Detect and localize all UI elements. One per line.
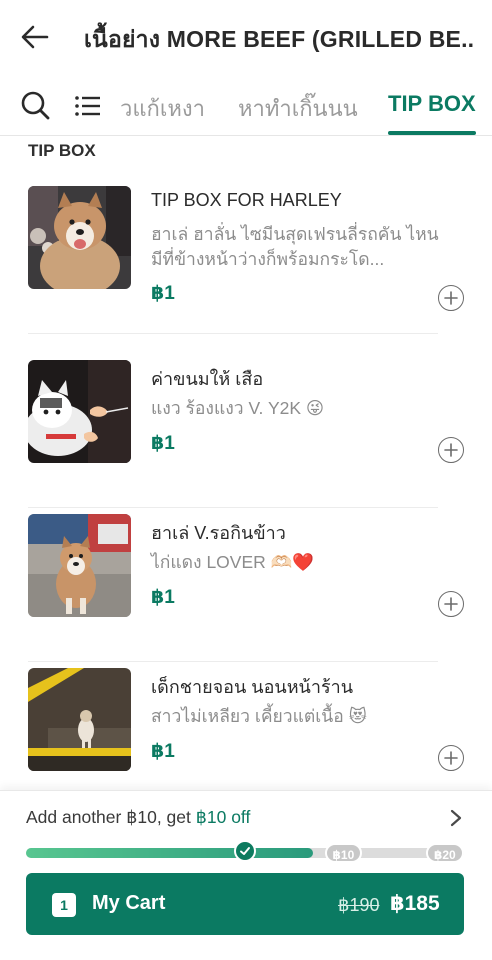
- plus-icon: [444, 291, 458, 305]
- item-name: ค่าขนมให้ เสือ: [151, 369, 264, 389]
- tab-category-1[interactable]: วแก้เหงา: [120, 91, 205, 126]
- cart-item-count: 1: [52, 893, 76, 917]
- page-title: เนื้อย่าง MORE BEEF (GRILLED BE...: [84, 26, 474, 52]
- promo-discount: ฿10 off: [195, 807, 251, 827]
- item-description: แงว ร้องแงว V. Y2K 😜: [151, 398, 325, 418]
- item-description: ไก่แดง LOVER 🫶🏻❤️: [151, 552, 315, 572]
- husky-dog-photo: [28, 186, 131, 289]
- promo-details-button[interactable]: [446, 807, 466, 829]
- promo-text: Add another ฿10, get: [26, 807, 196, 827]
- item-divider: [28, 333, 438, 334]
- item-description: สาวไม่เหลียว เคี้ยวแต่เนื้อ 😻: [151, 706, 367, 726]
- list-menu-icon: [75, 96, 100, 116]
- promo-banner[interactable]: Add another ฿10, get ฿10 off: [26, 807, 250, 828]
- active-tab-indicator: [388, 131, 476, 135]
- back-button[interactable]: [18, 20, 52, 54]
- search-icon: [21, 91, 50, 120]
- plus-icon: [444, 597, 458, 611]
- dog-sleeping-photo: [28, 668, 131, 771]
- item-name: TIP BOX FOR HARLEY: [151, 190, 342, 210]
- item-price: ฿1: [151, 741, 175, 762]
- tabs-scroll: วแก้เหงา หาทำเกิ๊นนน TIP BOX: [120, 74, 492, 136]
- menu-item[interactable]: TIP BOX FOR HARLEY ฮาเล่ ฮาลั่น ไซมีนสุด…: [28, 186, 466, 340]
- item-price: ฿1: [151, 587, 175, 608]
- cat-photo: [28, 360, 131, 463]
- cart-original-price: ฿190: [338, 895, 380, 915]
- plus-icon: [444, 751, 458, 765]
- category-tabbar: วแก้เหงา หาทำเกิ๊นนน TIP BOX: [0, 74, 492, 136]
- item-description: ฮาเล่ ฮาลั่น ไซมีนสุดเฟรนลี่รถคัน ไหนมีท…: [151, 224, 439, 269]
- header-bar: เนื้อย่าง MORE BEEF (GRILLED BE...: [0, 0, 492, 74]
- promo-progress-bar: ฿10 ฿20: [26, 840, 464, 863]
- search-button[interactable]: [20, 90, 52, 122]
- tab-tip-box[interactable]: TIP BOX: [388, 91, 476, 117]
- add-item-button[interactable]: [438, 285, 464, 311]
- menu-item[interactable]: ค่าขนมให้ เสือ แงว ร้องแงว V. Y2K 😜 ฿1: [28, 360, 466, 514]
- my-cart-button[interactable]: 1 My Cart ฿190 ฿185: [26, 873, 464, 935]
- husky-waiting-photo: [28, 514, 131, 617]
- item-divider: [28, 661, 438, 662]
- item-name: ฮาเล่ V.รอกินข้าว: [151, 523, 286, 543]
- plus-icon: [444, 443, 458, 457]
- milestone-10: ฿10: [324, 843, 363, 863]
- arrow-left-icon: [21, 25, 49, 49]
- check-icon: [240, 847, 250, 855]
- item-price: ฿1: [151, 433, 175, 454]
- chevron-right-icon: [450, 809, 462, 827]
- menu-item[interactable]: ฮาเล่ V.รอกินข้าว ไก่แดง LOVER 🫶🏻❤️ ฿1: [28, 514, 466, 668]
- add-item-button[interactable]: [438, 437, 464, 463]
- cart-label: My Cart: [92, 892, 166, 914]
- cart-discounted-price: ฿185: [390, 892, 440, 915]
- item-divider: [28, 507, 438, 508]
- tab-category-2[interactable]: หาทำเกิ๊นนน: [238, 91, 358, 126]
- promo-progress-fill: [26, 848, 313, 858]
- item-price: ฿1: [151, 283, 175, 304]
- add-item-button[interactable]: [438, 591, 464, 617]
- section-title: TIP BOX: [28, 141, 96, 160]
- milestone-reached: [234, 840, 256, 862]
- add-item-button[interactable]: [438, 745, 464, 771]
- category-menu-button[interactable]: [74, 92, 102, 120]
- item-name: เด็กชายจอน นอนหน้าร้าน: [151, 677, 354, 697]
- cart-summary-panel: Add another ฿10, get ฿10 off ฿10 ฿20 1 M…: [0, 790, 492, 960]
- milestone-20: ฿20: [426, 843, 464, 863]
